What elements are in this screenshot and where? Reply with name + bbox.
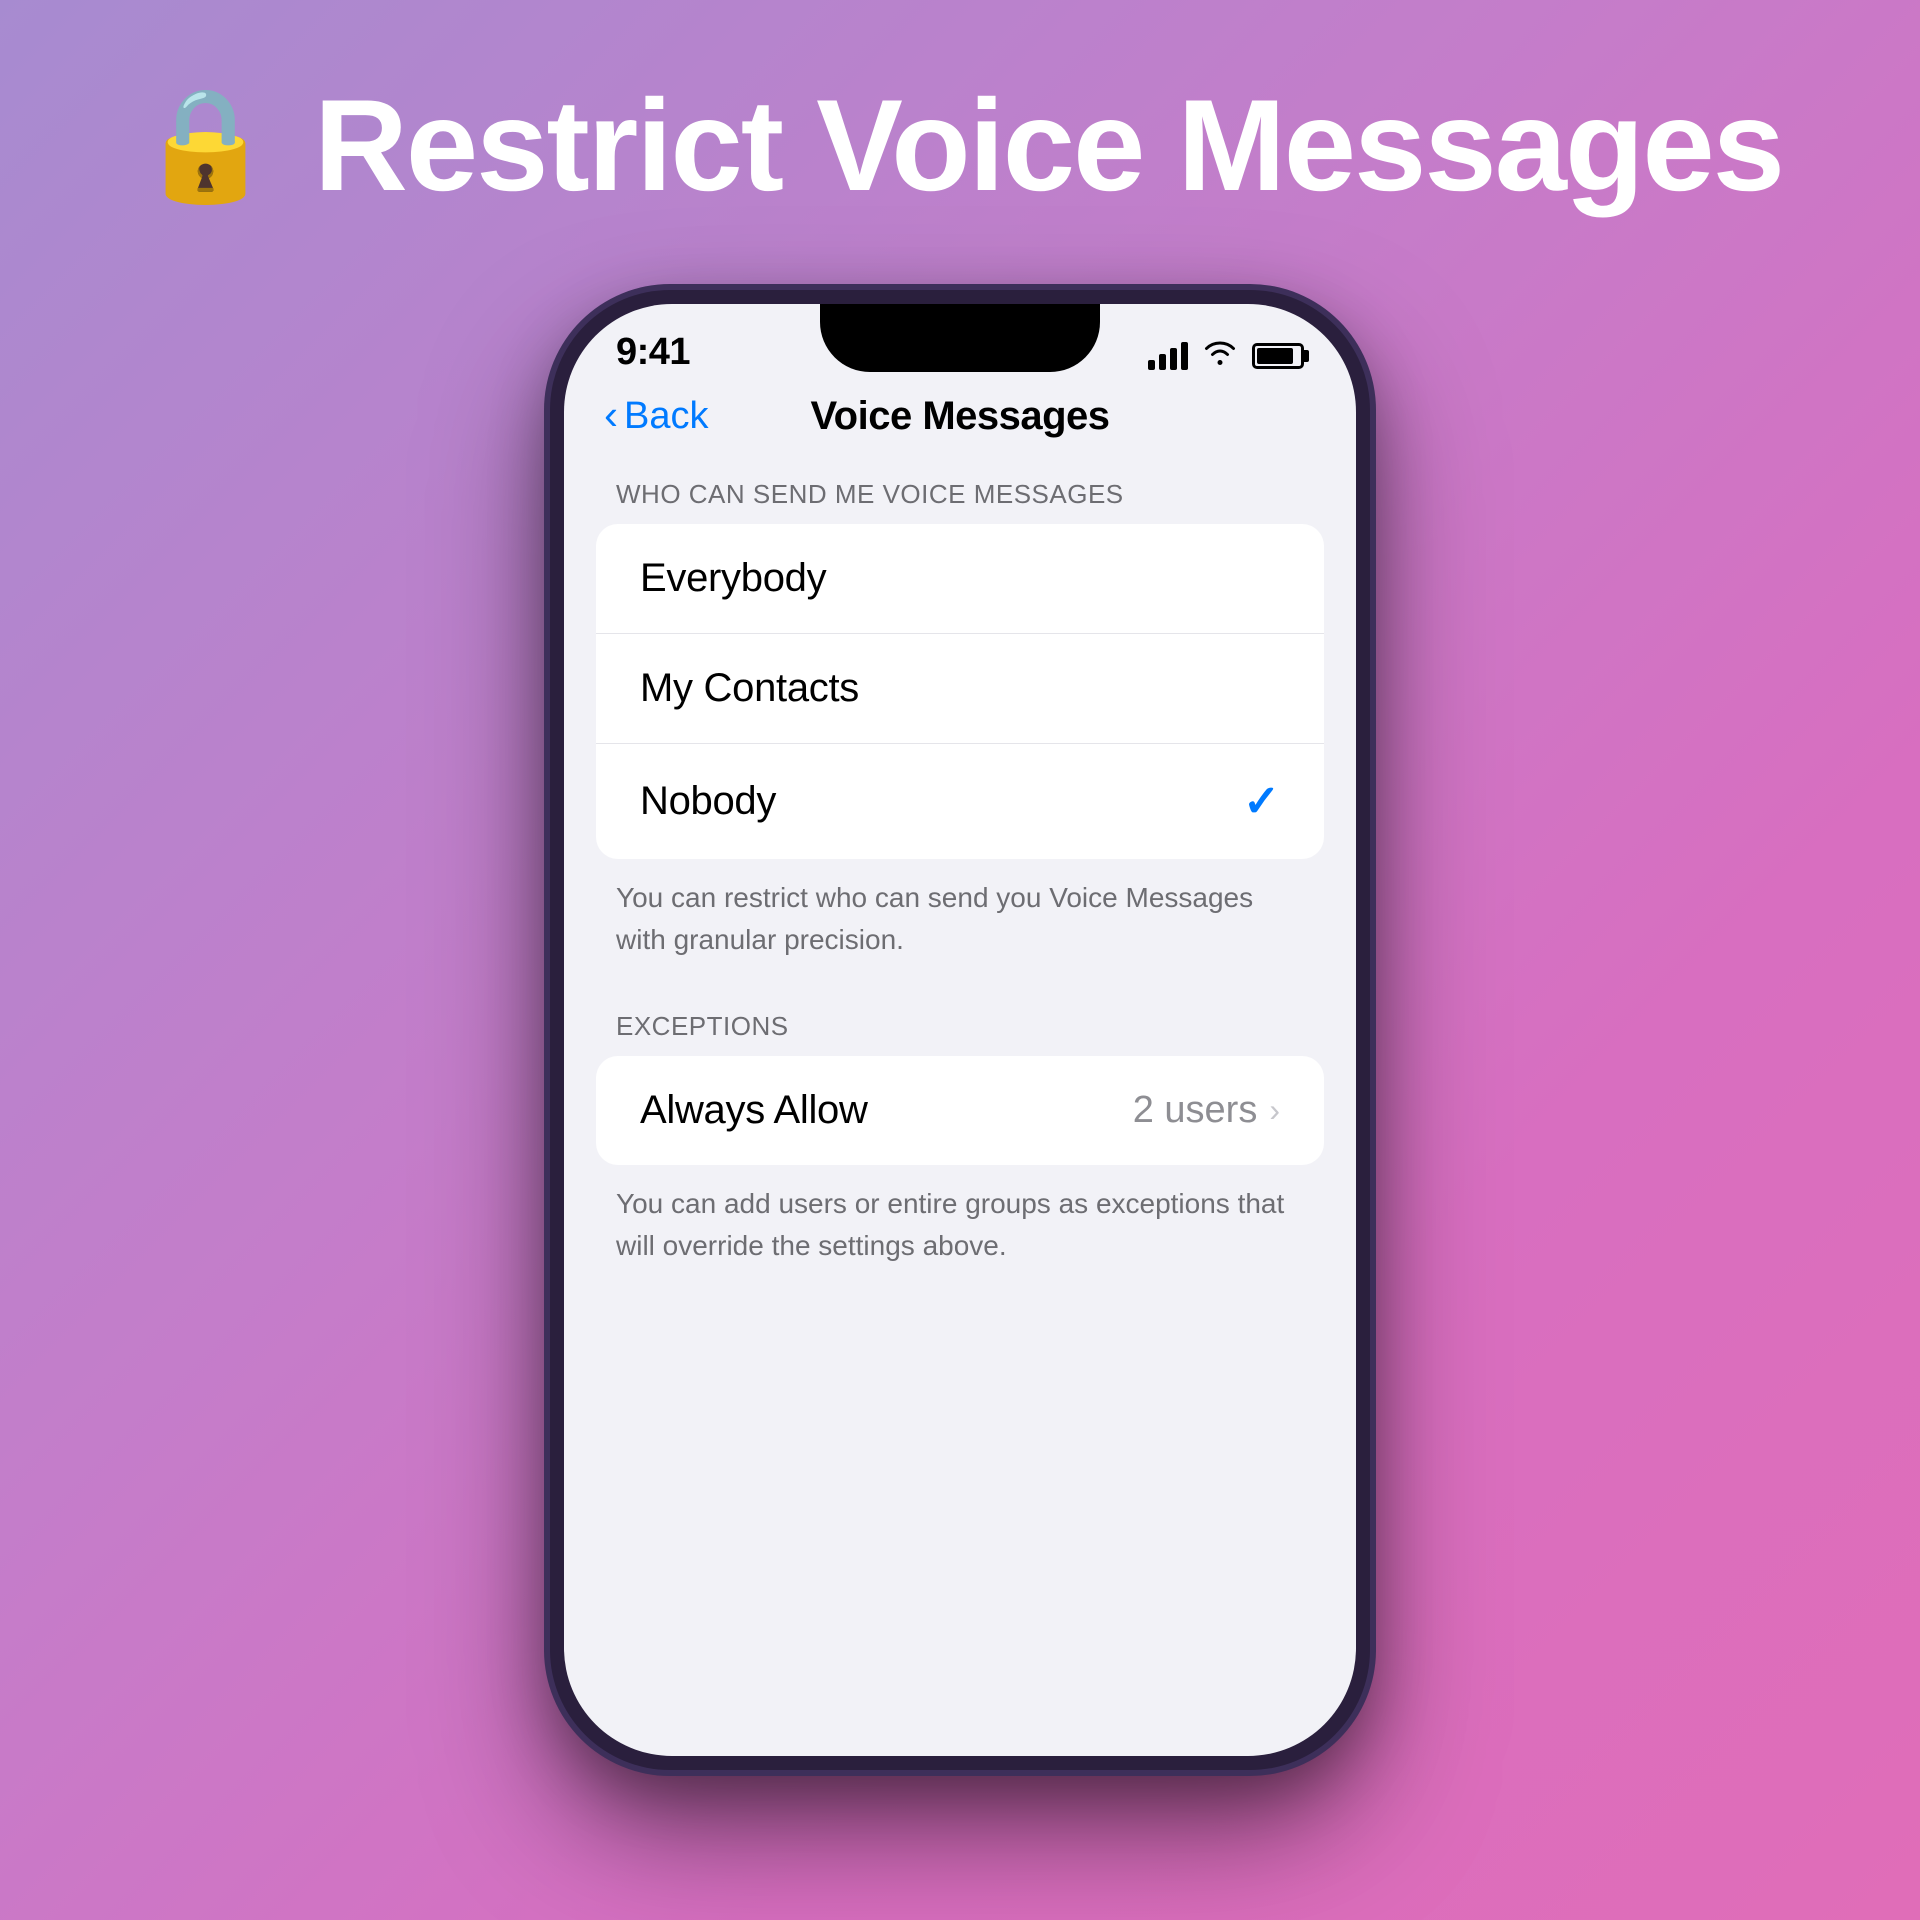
everybody-label: Everybody: [640, 556, 826, 601]
nav-bar: ‹ Back Voice Messages: [564, 384, 1356, 459]
nobody-label: Nobody: [640, 779, 776, 824]
content-area: WHO CAN SEND ME VOICE MESSAGES Everybody…: [564, 459, 1356, 1307]
back-label: Back: [624, 395, 708, 438]
phone-mockup: 9:41: [550, 290, 1370, 1770]
chevron-right-icon: ›: [1269, 1092, 1280, 1129]
back-button[interactable]: ‹ Back: [604, 395, 708, 438]
nobody-row[interactable]: Nobody ✓: [596, 744, 1324, 859]
nav-title: Voice Messages: [810, 394, 1109, 439]
exceptions-footer: You can add users or entire groups as ex…: [564, 1165, 1356, 1307]
everybody-row[interactable]: Everybody: [596, 524, 1324, 634]
users-count: 2 users: [1133, 1089, 1258, 1132]
status-icons: [1148, 338, 1304, 374]
battery-fill: [1257, 348, 1293, 364]
signal-bar-3: [1170, 348, 1177, 370]
exceptions-section-label: EXCEPTIONS: [564, 1011, 1356, 1056]
lock-icon: 🔒: [137, 90, 274, 200]
status-time: 9:41: [616, 331, 690, 374]
signal-bars-icon: [1148, 342, 1188, 370]
exceptions-section: EXCEPTIONS Always Allow 2 users › You ca…: [564, 1011, 1356, 1307]
wifi-icon: [1202, 338, 1238, 374]
exceptions-group: Always Allow 2 users ›: [596, 1056, 1324, 1165]
page-title: Restrict Voice Messages: [314, 80, 1783, 210]
selected-checkmark-icon: ✓: [1243, 776, 1280, 827]
always-allow-row[interactable]: Always Allow 2 users ›: [596, 1056, 1324, 1165]
page-header: 🔒 Restrict Voice Messages: [137, 80, 1783, 210]
my-contacts-label: My Contacts: [640, 666, 859, 711]
who-can-section-label: WHO CAN SEND ME VOICE MESSAGES: [564, 479, 1356, 524]
always-allow-right: 2 users ›: [1133, 1089, 1280, 1132]
who-can-section: WHO CAN SEND ME VOICE MESSAGES Everybody…: [564, 479, 1356, 1001]
phone-screen: 9:41: [564, 304, 1356, 1756]
back-chevron-icon: ‹: [604, 394, 618, 436]
phone-notch: [820, 304, 1100, 372]
signal-bar-2: [1159, 354, 1166, 370]
who-can-footer: You can restrict who can send you Voice …: [564, 859, 1356, 1001]
my-contacts-row[interactable]: My Contacts: [596, 634, 1324, 744]
signal-bar-4: [1181, 342, 1188, 370]
always-allow-label: Always Allow: [640, 1088, 868, 1133]
battery-icon: [1252, 343, 1304, 369]
signal-bar-1: [1148, 360, 1155, 370]
who-can-options-group: Everybody My Contacts Nobody ✓: [596, 524, 1324, 859]
